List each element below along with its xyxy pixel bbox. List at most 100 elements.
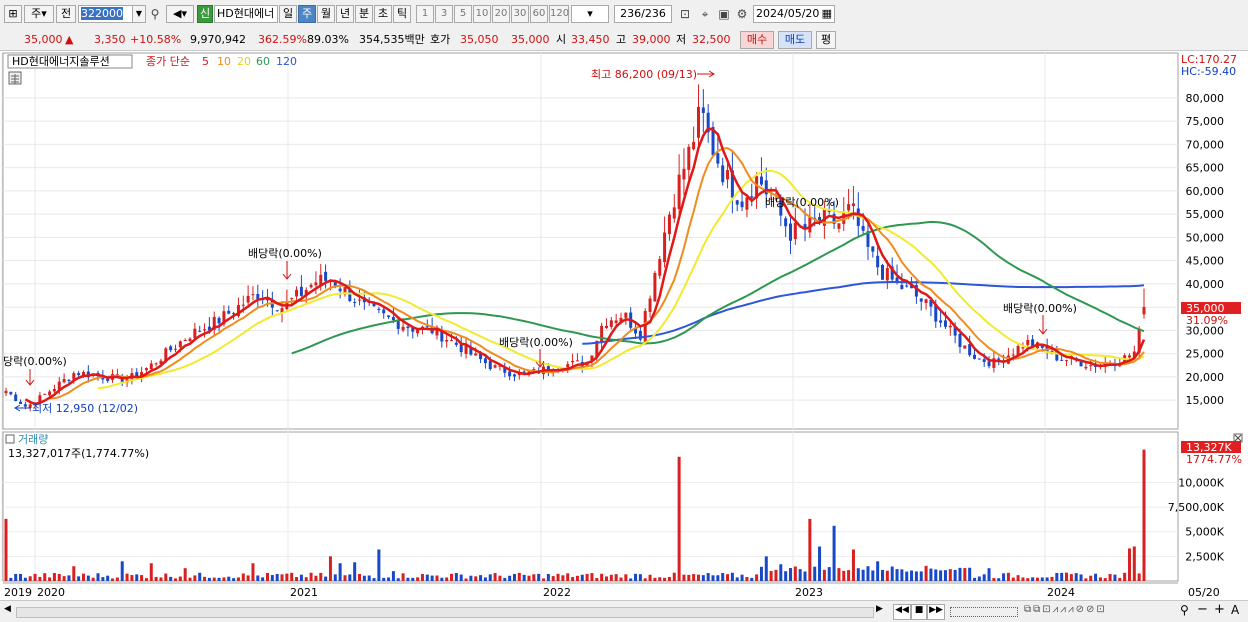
candle-body (72, 373, 76, 380)
volume-bar (120, 561, 124, 581)
candle-body (924, 299, 928, 303)
volume-bar (982, 574, 986, 581)
candle-body (881, 264, 885, 280)
avg-button[interactable]: 평 (816, 31, 836, 49)
buy-button[interactable]: 매수 (740, 31, 774, 49)
low-label: 저 (676, 33, 687, 46)
minus-icon[interactable]: − (1197, 602, 1208, 617)
dividend-annotation-3: 배당락(0.00%) (499, 336, 573, 349)
change-rate: +10.58% (130, 33, 182, 46)
volume-bar (57, 574, 61, 581)
count-tab-3[interactable]: 3 (435, 5, 453, 23)
binoculars-icon[interactable]: ⊡ (676, 5, 694, 23)
count-select[interactable]: ▾ (571, 5, 609, 23)
zoom-slider[interactable] (950, 607, 1018, 617)
candle-body (943, 320, 947, 327)
volume-bar (23, 577, 27, 581)
count-tab-5[interactable]: 5 (454, 5, 472, 23)
stop-icon[interactable]: ■ (911, 604, 927, 620)
count-tab-20[interactable]: 20 (492, 5, 510, 23)
date-field[interactable]: 2024/05/20 ▦ (753, 5, 835, 23)
scrollbar-track[interactable] (16, 607, 874, 618)
volume-bar (1127, 548, 1131, 581)
price-panel[interactable] (2, 52, 1179, 430)
volume-bar (144, 578, 148, 581)
volume-bar (822, 569, 826, 581)
count-tab-60[interactable]: 60 (530, 5, 548, 23)
volume-bar (914, 571, 918, 581)
candle-body (401, 326, 405, 331)
volume-bar (1069, 574, 1073, 581)
period-tab-1[interactable]: 주 (298, 5, 316, 23)
volume-bar (1108, 573, 1112, 581)
bid-label: 호가 (430, 33, 451, 46)
period-tab-2[interactable]: 월 (317, 5, 335, 23)
tab-stock[interactable]: 주▾ (24, 5, 54, 23)
period-tab-5[interactable]: 초 (374, 5, 392, 23)
save-icon[interactable]: ▣ (716, 5, 732, 23)
fast-forward-icon[interactable]: ▶▶ (927, 604, 945, 620)
volume-bar (498, 575, 502, 581)
candle-body (314, 282, 318, 286)
volume-bar (261, 577, 265, 581)
volume-bar (382, 577, 386, 581)
volume-bar (48, 577, 52, 581)
candle-body (169, 346, 173, 351)
price-tick-label: 50,000 (1186, 231, 1225, 244)
volume-bar (953, 569, 957, 581)
scroll-left-icon[interactable]: ◀ (4, 604, 16, 618)
period-tab-0[interactable]: 일 (279, 5, 297, 23)
volume-bar (488, 574, 492, 581)
dropdown-icon[interactable]: ▼ (132, 5, 146, 23)
period-tab-4[interactable]: 분 (355, 5, 373, 23)
search-icon[interactable]: ⚲ (147, 5, 163, 23)
count-tab-120[interactable]: 120 (549, 5, 569, 23)
text-tool-icon[interactable]: A (1231, 603, 1239, 617)
volume-bar (987, 568, 991, 581)
volume-bar (919, 571, 923, 581)
candle-body (377, 308, 381, 310)
volume-bar (885, 570, 889, 581)
volume-bar (517, 572, 521, 581)
period-tab-3[interactable]: 년 (336, 5, 354, 23)
chart-area[interactable]: 80,000 75,000 70,000 65,000 60,000 55,000 50,0… (0, 51, 1248, 600)
volume-bar (793, 566, 797, 581)
candle-body (474, 353, 478, 356)
period-tab-6[interactable]: 틱 (393, 5, 411, 23)
volume-bar (759, 566, 763, 581)
count-tab-10[interactable]: 10 (473, 5, 491, 23)
crosshair-icon[interactable]: ⌖ (696, 5, 714, 23)
candle-body (1084, 366, 1088, 369)
volume-bar (750, 577, 754, 581)
tab-prev[interactable]: 전 (56, 5, 76, 23)
candle-body (450, 340, 454, 342)
volume-title: 거래량 (18, 433, 48, 446)
candle-body (861, 225, 865, 231)
calendar-icon[interactable]: ▦ (822, 6, 832, 22)
volume-bar (285, 573, 289, 581)
speaker-icon[interactable]: ◀▾ (166, 5, 194, 23)
scroll-end-icon[interactable]: ▶ (876, 604, 890, 618)
plus-icon[interactable]: + (1214, 602, 1225, 617)
volume-bar (696, 574, 700, 581)
volume-bar (14, 573, 18, 581)
zoom-out-icon[interactable]: ⚲ (1180, 603, 1189, 617)
volume-rate: 362.59% (258, 33, 307, 46)
candle-body (445, 339, 449, 342)
stock-name-field[interactable]: HD현대에너 (214, 5, 278, 23)
sell-button[interactable]: 매도 (778, 31, 812, 49)
count-tab-1[interactable]: 1 (416, 5, 434, 23)
rewind-icon[interactable]: ◀◀ (893, 604, 911, 620)
gear-icon[interactable]: ⚙ (734, 5, 750, 23)
candle-body (198, 330, 202, 332)
volume-bar (1002, 573, 1006, 581)
volume-bar (348, 574, 352, 581)
count-tab-30[interactable]: 30 (511, 5, 529, 23)
volume-panel[interactable] (2, 431, 1179, 582)
volume-bar (343, 575, 347, 581)
screen-icon[interactable]: ⊞ (4, 5, 22, 23)
volume-bar (798, 569, 802, 581)
high-label: 고 (616, 33, 627, 46)
drawing-tools[interactable]: ⧉⧉⊡⩘⩘⩘⊘⊘⊡ (1024, 604, 1174, 618)
count-field[interactable]: 236/236 (614, 5, 672, 23)
